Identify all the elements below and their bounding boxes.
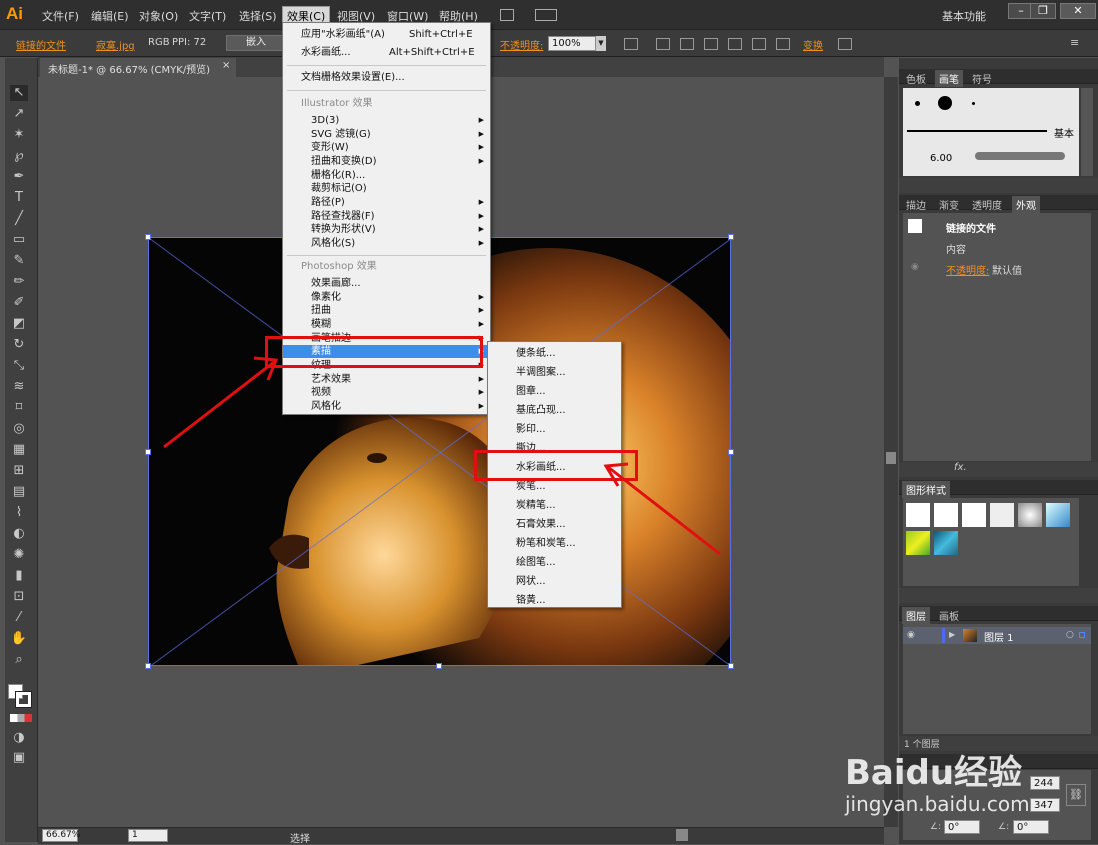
annotation-arrows <box>163 356 721 556</box>
annotation-arrow-line-right <box>607 465 721 556</box>
watermark-url: jingyan.baidu.com <box>845 792 1030 816</box>
watermark-brand: Baidu经验 <box>845 753 1023 793</box>
annotation-arrow-line-left <box>163 360 275 449</box>
